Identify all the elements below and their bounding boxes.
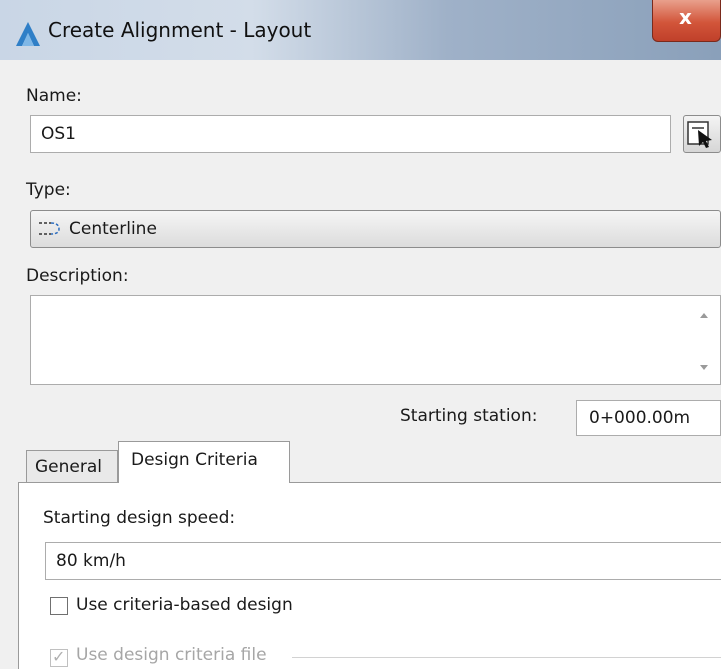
close-button[interactable]: x: [652, 0, 721, 42]
type-selected-value: Centerline: [69, 219, 157, 239]
close-icon: x: [679, 5, 692, 29]
pick-from-drawing-button[interactable]: [683, 115, 721, 153]
name-input[interactable]: OS1: [30, 115, 671, 153]
design-criteria-file-checkbox[interactable]: ✓: [50, 647, 68, 667]
name-label: Name:: [26, 86, 82, 106]
starting-station-label: Starting station:: [400, 406, 538, 426]
title-bar: Create Alignment - Layout x: [0, 0, 721, 60]
type-dropdown[interactable]: Centerline: [30, 210, 721, 248]
scroll-up-arrow-icon[interactable]: [700, 313, 708, 318]
type-label: Type:: [26, 180, 71, 200]
pick-from-drawing-icon: [687, 121, 712, 148]
criteria-file-group-border: [292, 657, 721, 658]
starting-design-speed-label: Starting design speed:: [43, 508, 236, 528]
dialog-body: Name: OS1 Type: Centerline Description: …: [0, 60, 721, 669]
design-criteria-file-label: Use design criteria file: [76, 645, 267, 665]
description-label: Description:: [26, 266, 129, 286]
tab-design-criteria[interactable]: Design Criteria: [118, 441, 290, 483]
starting-design-speed-input[interactable]: 80 km/h: [45, 542, 721, 580]
scroll-down-arrow-icon[interactable]: [700, 365, 708, 370]
criteria-based-design-label: Use criteria-based design: [76, 595, 293, 615]
criteria-based-design-checkbox[interactable]: [50, 597, 68, 615]
centerline-alignment-icon: [39, 222, 60, 235]
civil3d-app-icon: [16, 22, 40, 46]
starting-station-input[interactable]: 0+000.00m: [576, 400, 721, 436]
tab-general[interactable]: General: [26, 450, 118, 482]
window-title: Create Alignment - Layout: [48, 18, 312, 42]
checkmark-icon: ✓: [52, 647, 66, 666]
description-textarea[interactable]: [30, 295, 721, 385]
design-criteria-panel: Starting design speed: 80 km/h Use crite…: [18, 482, 721, 669]
